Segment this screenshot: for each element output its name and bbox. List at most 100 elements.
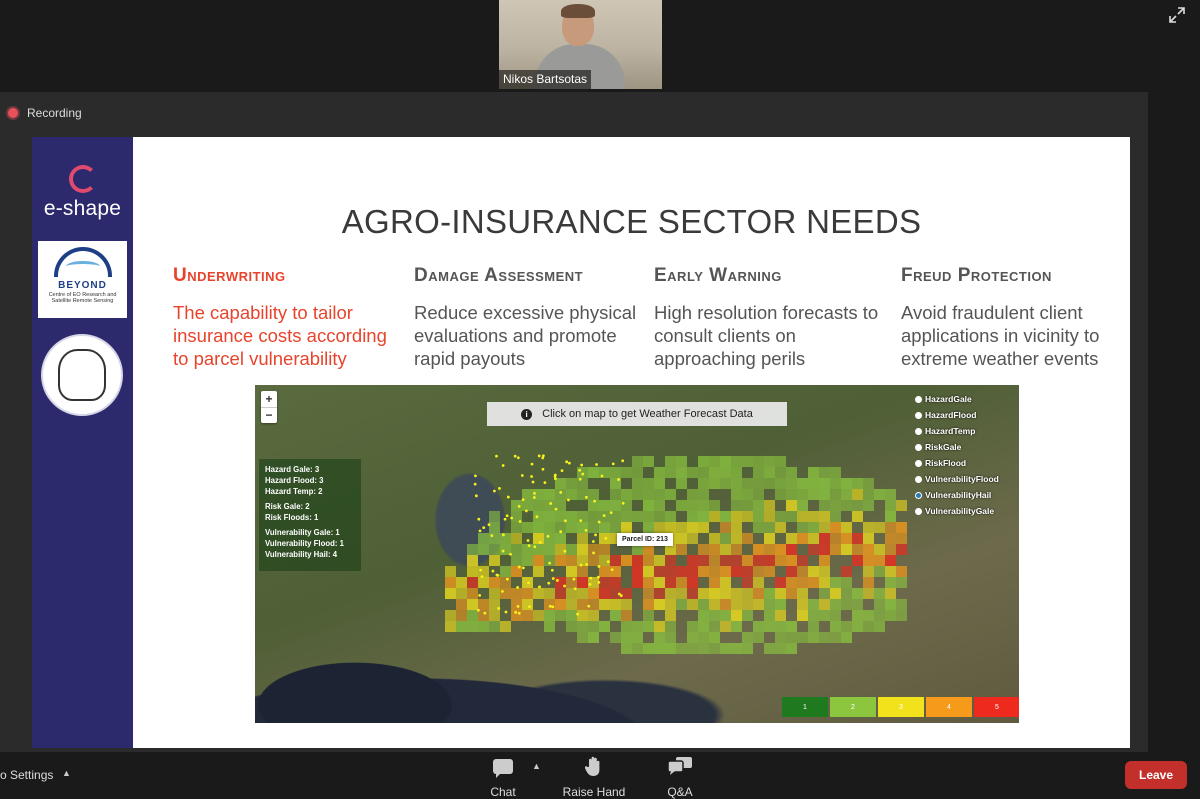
heatmap-cell: [610, 467, 621, 478]
expand-icon[interactable]: [1168, 6, 1186, 24]
layer-option-riskflood[interactable]: RiskFlood: [915, 455, 1015, 471]
parcel-dot: [473, 482, 477, 486]
heatmap-cell: [731, 533, 742, 544]
heatmap-cell: [621, 632, 632, 643]
heatmap-cell: [709, 511, 720, 522]
heatmap-cell: [698, 566, 709, 577]
heatmap-cell: [555, 588, 566, 599]
heatmap-cell: [511, 544, 522, 555]
heatmap-cell: [577, 467, 588, 478]
parcel-dot: [611, 462, 615, 466]
heatmap-cell: [742, 511, 753, 522]
parcel-dot: [530, 462, 534, 466]
leave-button[interactable]: Leave: [1125, 761, 1187, 789]
parcel-dot: [584, 495, 588, 499]
layer-option-hazardgale[interactable]: HazardGale: [915, 391, 1015, 407]
layer-option-vulnerabilitygale[interactable]: VulnerabilityGale: [915, 503, 1015, 519]
stat-vulnerability-flood: Vulnerability Flood: 1: [265, 539, 344, 548]
participant-hair: [561, 4, 595, 18]
parcel-dot: [501, 464, 505, 467]
heatmap-cell: [533, 522, 544, 533]
heatmap-cell: [665, 456, 676, 467]
heatmap-cell: [643, 456, 654, 467]
participant-video[interactable]: Nikos Bartsotas: [499, 0, 662, 89]
parcel-dot: [516, 604, 520, 608]
heatmap-cell: [830, 489, 841, 500]
layer-option-vulnerabilityhail[interactable]: VulnerabilityHail: [915, 487, 1015, 503]
heatmap-cell: [588, 522, 599, 533]
heatmap-cell: [819, 566, 830, 577]
heatmap-cell: [467, 610, 478, 621]
heatmap-cell: [775, 467, 786, 478]
heatmap-cell: [522, 544, 533, 555]
heatmap-cell: [786, 577, 797, 588]
parcel-dot: [565, 460, 569, 464]
heatmap-cell: [731, 621, 742, 632]
heatmap-cell: [819, 522, 830, 533]
heatmap-cell: [676, 456, 687, 467]
heatmap-cell: [819, 533, 830, 544]
heatmap-cell: [797, 533, 808, 544]
parcel-dot: [563, 519, 567, 523]
map-instruction-text: Click on map to get Weather Forecast Dat…: [542, 408, 753, 420]
heatmap-cell: [720, 456, 731, 467]
heatmap-cell: [577, 533, 588, 544]
heatmap-cell: [544, 522, 555, 533]
parcel-dot: [528, 605, 531, 609]
heatmap-cell: [610, 489, 621, 500]
parcel-dot: [474, 474, 477, 478]
heatmap-cell: [709, 456, 720, 467]
heatmap-cell: [819, 599, 830, 610]
heatmap-cell: [841, 599, 852, 610]
parcel-dot: [506, 495, 510, 499]
layer-option-vulnerabilityflood[interactable]: VulnerabilityFlood: [915, 471, 1015, 487]
heatmap-overlay: [445, 454, 907, 654]
settings-button[interactable]: o Settings: [0, 768, 53, 782]
heatmap-cell: [478, 577, 489, 588]
heatmap-cell: [819, 467, 830, 478]
heatmap-cell: [852, 478, 863, 489]
settings-caret-icon[interactable]: ▲: [62, 768, 72, 778]
heatmap-cell: [709, 632, 720, 643]
heatmap-cell: [665, 489, 676, 500]
heatmap-cell: [742, 478, 753, 489]
zoom-out-button[interactable]: −: [261, 407, 277, 423]
heatmap-cell: [731, 588, 742, 599]
heatmap-cell: [852, 544, 863, 555]
parcel-tooltip[interactable]: Parcel ID: 213: [617, 533, 673, 546]
parcel-dot: [526, 539, 530, 542]
heatmap-cell: [610, 522, 621, 533]
eshape-logo: e-shape: [32, 165, 133, 221]
heatmap-cell: [896, 577, 907, 588]
heatmap-cell: [830, 621, 841, 632]
chat-caret-icon[interactable]: ▲: [532, 761, 542, 771]
weather-risk-map[interactable]: + − i Click on map to get Weather Foreca…: [255, 385, 1019, 723]
heatmap-cell: [522, 555, 533, 566]
raise-hand-button[interactable]: Raise Hand: [559, 754, 629, 799]
heatmap-cell: [676, 566, 687, 577]
layer-option-hazardflood[interactable]: HazardFlood: [915, 407, 1015, 423]
heatmap-cell: [819, 500, 830, 511]
heatmap-cell: [830, 588, 841, 599]
heatmap-cell: [621, 467, 632, 478]
parcel-dot: [593, 499, 597, 503]
heatmap-cell: [544, 533, 555, 544]
parcel-dot: [537, 454, 541, 458]
parcel-dot: [543, 481, 547, 485]
heatmap-cell: [665, 621, 676, 632]
heatmap-cell: [753, 500, 764, 511]
layer-option-hazardtemp[interactable]: HazardTemp: [915, 423, 1015, 439]
layer-option-riskgale[interactable]: RiskGale: [915, 439, 1015, 455]
heatmap-cell: [654, 588, 665, 599]
heatmap-cell: [742, 489, 753, 500]
zoom-in-button[interactable]: +: [261, 391, 277, 407]
parcel-dot: [495, 454, 498, 458]
heatmap-cell: [731, 555, 742, 566]
qa-button[interactable]: Q&A: [645, 754, 715, 799]
radio-selected-icon: [915, 492, 922, 500]
heatmap-cell: [819, 632, 830, 643]
chat-button[interactable]: Chat: [468, 754, 538, 799]
parcel-dot: [531, 480, 535, 484]
heatmap-cell: [797, 588, 808, 599]
parcel-dot: [517, 504, 521, 508]
